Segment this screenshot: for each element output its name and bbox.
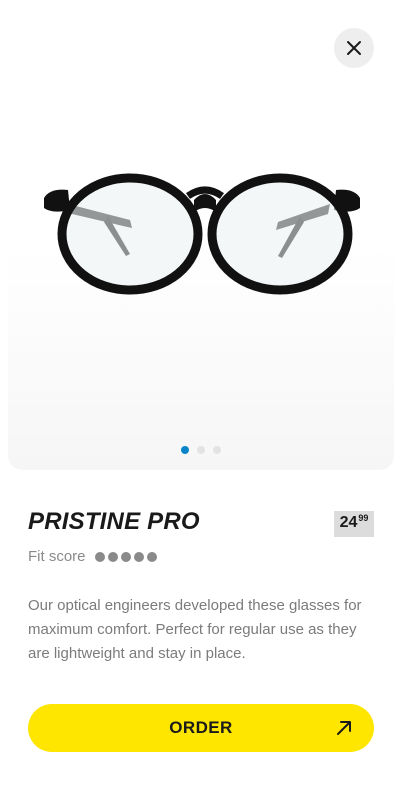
close-icon [347, 41, 361, 55]
fit-score-dot [133, 551, 144, 562]
pagination-dot-1[interactable] [181, 446, 189, 454]
pagination-dot-3[interactable] [213, 446, 221, 454]
eyeglasses-image [44, 173, 360, 295]
gallery-pagination [0, 446, 402, 454]
fit-score-dot [94, 551, 105, 562]
fit-score-rating [94, 551, 157, 562]
fit-score-dot [120, 551, 131, 562]
close-button[interactable] [334, 28, 374, 68]
fit-score-dot [107, 551, 118, 562]
pagination-dot-2[interactable] [197, 446, 205, 454]
price-badge: 24 99 [334, 511, 374, 537]
price-cents: 99 [358, 513, 369, 523]
product-description: Our optical engineers developed these gl… [28, 597, 362, 662]
order-button[interactable]: ORDER [28, 704, 374, 752]
price-whole: 24 [339, 514, 358, 531]
order-button-label: ORDER [169, 718, 233, 737]
fit-score-label: Fit score [28, 548, 86, 565]
product-detail-screen: PRISTINE PRO 24 99 Fit score Our optical… [0, 0, 402, 808]
arrow-up-right-icon [337, 721, 351, 735]
product-title: PRISTINE PRO [28, 508, 200, 535]
fit-score-dot [146, 551, 157, 562]
fit-score: Fit score [28, 548, 157, 565]
